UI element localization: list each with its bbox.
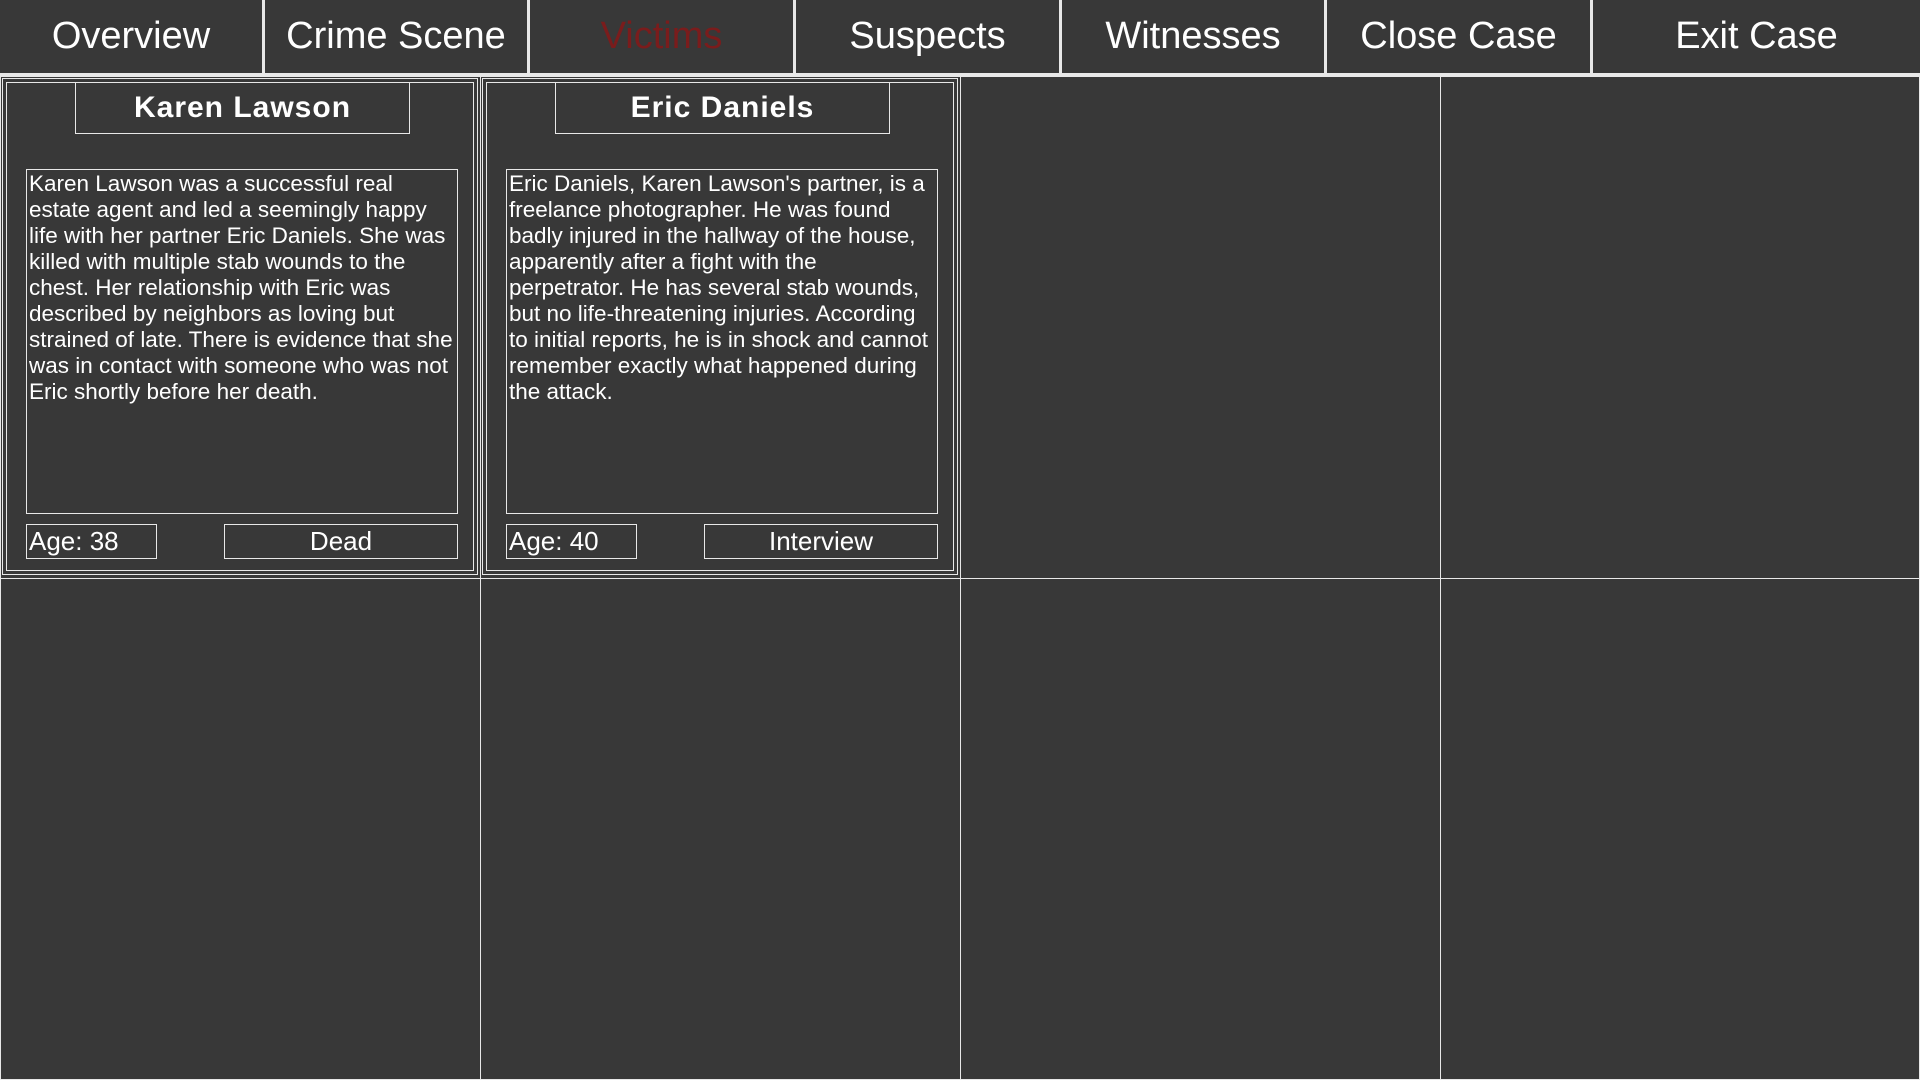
victim-age: Age: 38 <box>26 524 157 559</box>
victim-slot-7 <box>960 578 1441 1080</box>
victim-slot-6 <box>480 578 961 1080</box>
victim-slot-4 <box>1440 76 1920 579</box>
victim-slot-8 <box>1440 578 1920 1080</box>
victim-slot-3 <box>960 76 1441 579</box>
tab-suspects[interactable]: Suspects <box>796 0 1062 73</box>
victims-grid: Karen Lawson Karen Lawson was a successf… <box>0 76 1920 1080</box>
victim-status-label: Dead <box>224 524 458 559</box>
tab-close-case[interactable]: Close Case <box>1327 0 1593 73</box>
victim-age: Age: 40 <box>506 524 637 559</box>
victim-card[interactable]: Eric Daniels Eric Daniels, Karen Lawson'… <box>482 78 958 575</box>
victim-card-frame: Eric Daniels Eric Daniels, Karen Lawson'… <box>486 82 954 571</box>
victim-description: Karen Lawson was a successful real estat… <box>26 169 458 514</box>
tab-overview[interactable]: Overview <box>0 0 265 73</box>
case-victims-screen: Overview Crime Scene Victims Suspects Wi… <box>0 0 1920 1080</box>
tab-exit-case[interactable]: Exit Case <box>1593 0 1920 73</box>
victim-card[interactable]: Karen Lawson Karen Lawson was a successf… <box>2 78 478 575</box>
victim-name: Eric Daniels <box>555 82 890 134</box>
tab-victims[interactable]: Victims <box>530 0 796 73</box>
tab-witnesses[interactable]: Witnesses <box>1062 0 1327 73</box>
tab-crime-scene[interactable]: Crime Scene <box>265 0 530 73</box>
interview-button[interactable]: Interview <box>704 524 938 559</box>
victim-card-frame: Karen Lawson Karen Lawson was a successf… <box>6 82 474 571</box>
case-nav-bar: Overview Crime Scene Victims Suspects Wi… <box>0 0 1920 76</box>
victim-slot-5 <box>0 578 481 1080</box>
victim-name: Karen Lawson <box>75 82 410 134</box>
victim-description: Eric Daniels, Karen Lawson's partner, is… <box>506 169 938 514</box>
